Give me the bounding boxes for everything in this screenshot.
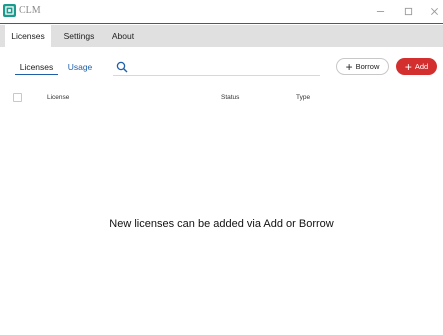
subtab-usage[interactable]: Usage [65,61,95,75]
subtab-licenses[interactable]: Licenses [15,61,58,75]
search-input[interactable] [131,60,316,74]
add-button[interactable]: + Add [396,58,437,75]
maximize-icon[interactable] [400,4,416,18]
search-icon[interactable] [116,61,128,73]
tab-licenses[interactable]: Licenses [5,25,51,47]
main-tab-bar: Licenses Settings About [0,25,443,47]
column-header-status[interactable]: Status [221,94,239,101]
table-header: License Status Type [0,91,443,107]
close-icon[interactable] [426,4,442,18]
plus-icon: + [404,59,412,74]
borrow-button-label: Borrow [355,62,380,71]
window-title: CLM [19,5,41,16]
tab-settings[interactable]: Settings [58,25,100,47]
empty-state-message: New licenses can be added via Add or Bor… [109,218,334,230]
tab-about[interactable]: About [106,25,140,47]
add-button-label: Add [414,62,429,71]
minimize-icon[interactable] [372,4,388,18]
select-all-checkbox[interactable] [13,93,22,102]
app-logo-icon [3,4,16,17]
plus-icon: + [345,59,353,74]
title-bar: CLM [0,0,443,24]
borrow-button[interactable]: + Borrow [336,58,389,75]
search-box [113,60,320,76]
column-header-type[interactable]: Type [296,94,310,101]
column-header-license[interactable]: License [47,94,69,101]
